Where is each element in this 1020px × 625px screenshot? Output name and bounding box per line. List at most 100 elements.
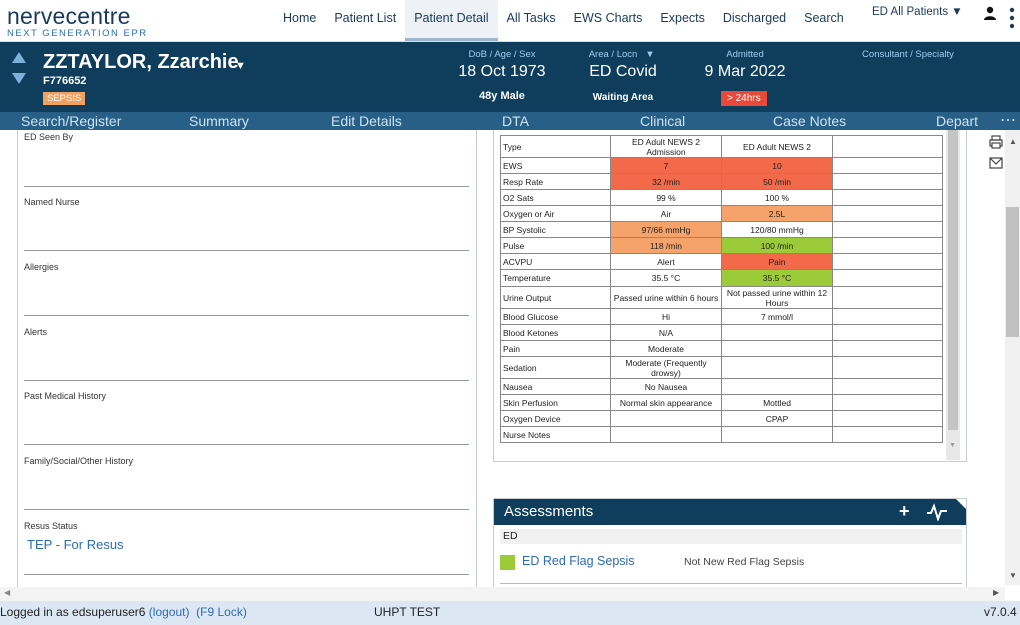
area-caret-icon[interactable]: ▼ [645, 49, 655, 60]
news-cell-admission: 118 /min [610, 237, 722, 254]
news-cell-latest [721, 356, 833, 379]
nav-home[interactable]: Home [274, 0, 325, 41]
action-search-register[interactable]: Search/Register [21, 113, 121, 129]
news-row: Oxygen Device CPAP [500, 410, 943, 427]
printer-icon[interactable] [989, 135, 1003, 149]
area-value: ED Covid [589, 63, 657, 80]
news-row: Resp Rate 32 /min 50 /min [500, 173, 943, 190]
news-cell-empty [832, 308, 943, 325]
news-scrollbar-thumb[interactable] [948, 130, 958, 430]
news-row-label: ACVPU [500, 253, 611, 270]
user-icon[interactable] [983, 6, 997, 20]
patient-filter-dropdown[interactable]: ED All Patients ▼ [872, 6, 963, 18]
field-past-medical-history[interactable]: Past Medical History [24, 391, 469, 401]
action-depart[interactable]: Depart [936, 113, 978, 129]
news-cell-empty [832, 237, 943, 254]
action-edit-details[interactable]: Edit Details [331, 113, 402, 129]
action-dta[interactable]: DTA [502, 113, 529, 129]
news-row: Pain Moderate [500, 340, 943, 357]
more-actions-icon[interactable]: ⋯ [1000, 110, 1017, 130]
news-cell-admission: Normal skin appearance [610, 394, 722, 411]
news-cell-latest: 50 /min [721, 173, 833, 190]
admitted-header: Admitted [726, 49, 764, 60]
news-row-label: Temperature [500, 269, 611, 287]
news-row-label: Pulse [500, 237, 611, 254]
assessments-title: Assessments [504, 503, 594, 520]
news-row: Urine Output Passed urine within 6 hours N… [500, 286, 943, 309]
consultant-header: Consultant / Specialty [862, 49, 954, 60]
field-alerts[interactable]: Alerts [24, 327, 469, 337]
scroll-left-arrow-icon[interactable]: ◀ [4, 588, 10, 597]
next-patient-arrow-icon[interactable] [12, 73, 26, 84]
news-row: Blood Ketones N/A [500, 324, 943, 341]
scroll-right-arrow-icon[interactable]: ▶ [993, 588, 999, 597]
field-resus-status[interactable]: Resus Status TEP - For Resus [24, 521, 469, 552]
field-named-nurse[interactable]: Named Nurse [24, 197, 469, 207]
f9-lock-link[interactable]: (F9 Lock) [196, 605, 247, 619]
action-case-notes[interactable]: Case Notes [773, 113, 846, 129]
pulse-chart-icon[interactable] [926, 503, 948, 521]
field-label: Resus Status [24, 521, 78, 531]
scroll-up-arrow-icon[interactable]: ▲ [1009, 137, 1017, 146]
news-row-label: EWS [500, 157, 611, 174]
nav-search[interactable]: Search [795, 0, 853, 41]
nav-ews-charts[interactable]: EWS Charts [565, 0, 652, 41]
news-cell-empty [832, 426, 943, 443]
news-cell-latest: 2.5L [721, 205, 833, 222]
dob-value: 18 Oct 1973 [458, 63, 546, 80]
news-table: Type ED Adult NEWS 2 Admission ED Adult NE… [500, 135, 943, 443]
field-divider [24, 315, 469, 316]
nav-all-tasks[interactable]: All Tasks [498, 0, 565, 41]
page-vertical-scrollbar[interactable] [1005, 130, 1020, 585]
previous-patient-arrow-icon[interactable] [12, 52, 26, 63]
news-row-label: BP Systolic [500, 221, 611, 238]
logout-link[interactable]: (logout) [149, 605, 190, 619]
add-assessment-icon[interactable]: + [899, 501, 910, 522]
news-cell-empty [832, 394, 943, 411]
field-divider [24, 250, 469, 251]
status-login-group: Logged in as edsuperuser6 (logout) (F9 L… [0, 605, 247, 619]
page-vertical-scrollbar-thumb[interactable] [1006, 207, 1019, 337]
nav-patient-list[interactable]: Patient List [325, 0, 405, 41]
news-cell-admission: Hi [610, 308, 722, 325]
assessment-link[interactable]: ED Red Flag Sepsis [522, 554, 635, 568]
page-horizontal-scrollbar[interactable] [0, 587, 1005, 601]
assessments-section-ed: ED [500, 529, 962, 544]
news-cell-admission [610, 426, 722, 443]
news-row: Oxygen or Air Air 2.5L [500, 205, 943, 222]
news-row: EWS 7 10 [500, 157, 943, 174]
nav-expects[interactable]: Expects [651, 0, 713, 41]
field-label: Allergies [24, 262, 59, 272]
action-clinical[interactable]: Clinical [640, 113, 685, 129]
field-label: ED Seen By [24, 132, 74, 142]
field-ed-seen-by[interactable]: ED Seen By [24, 132, 469, 142]
patient-name[interactable]: ZZTAYLOR, Zzarchie [43, 51, 239, 74]
news-cell-empty [832, 135, 943, 158]
news-cell-latest [721, 426, 833, 443]
mail-icon[interactable] [989, 157, 1003, 169]
news-cell-admission: N/A [610, 324, 722, 341]
news-row: Type ED Adult NEWS 2 Admission ED Adult NE… [500, 135, 943, 158]
news-cell-admission: 7 [610, 157, 722, 174]
news-scroll-down-icon[interactable]: ▼ [949, 442, 956, 449]
nav-patient-detail[interactable]: Patient Detail [405, 0, 498, 41]
field-allergies[interactable]: Allergies [24, 262, 469, 272]
news-row-label: Type [500, 135, 611, 158]
nervecentre-logo[interactable]: nervecentre NEXT GENERATION EPR [7, 3, 148, 39]
age-sex-value: 48y Male [479, 90, 525, 102]
news-row: Temperature 35.5 °C 35.5 °C [500, 269, 943, 287]
patient-name-caret-icon[interactable]: ▼ [235, 60, 246, 72]
news-row: O2 Sats 99 % 100 % [500, 189, 943, 206]
resus-status-value[interactable]: TEP - For Resus [27, 537, 469, 552]
news-cell-admission [610, 410, 722, 427]
field-family-social-history[interactable]: Family/Social/Other History [24, 456, 469, 466]
scroll-down-arrow-icon[interactable]: ▼ [1009, 571, 1017, 580]
more-menu-icon[interactable] [1007, 4, 1017, 32]
area-header[interactable]: Area / Locn [573, 49, 653, 60]
news-row: Sedation Moderate (Frequently drowsy) [500, 356, 943, 379]
news-row: BP Systolic 97/66 mmHg 120/80 mmHg [500, 221, 943, 238]
news-cell-empty [832, 157, 943, 174]
nav-discharged[interactable]: Discharged [714, 0, 795, 41]
action-summary[interactable]: Summary [189, 113, 249, 129]
news-row-label: Resp Rate [500, 173, 611, 190]
